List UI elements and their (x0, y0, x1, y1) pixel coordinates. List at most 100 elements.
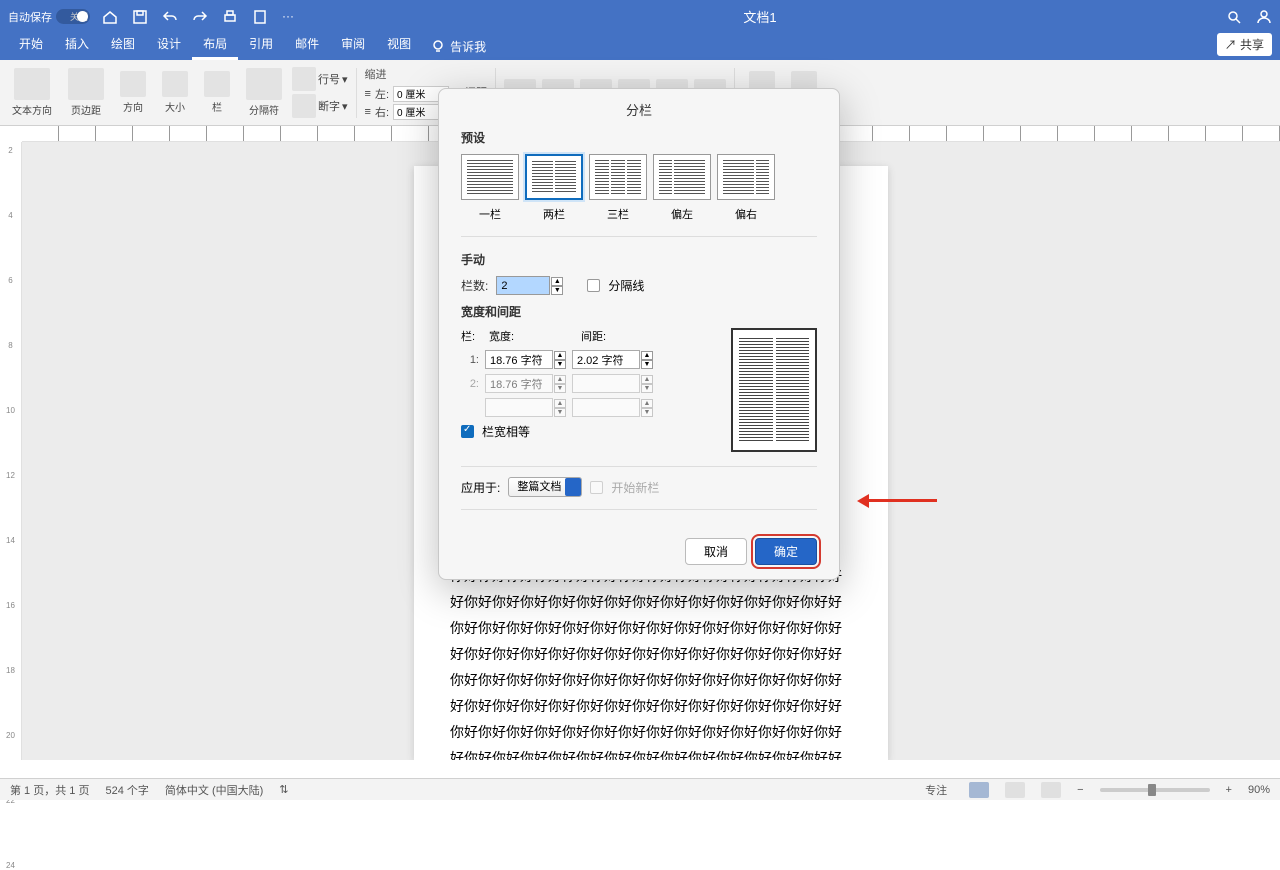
tab-插入[interactable]: 插入 (54, 30, 100, 60)
dialog-title: 分栏 (439, 89, 839, 129)
template-icon[interactable] (252, 9, 268, 25)
columns-dialog: 分栏 预设 一栏两栏三栏偏左偏右 手动 栏数: ▲▼ 分隔线 宽度和间距 栏: … (438, 88, 840, 580)
hyphenation-button[interactable]: 断字 ▾ (292, 94, 348, 118)
tab-设计[interactable]: 设计 (146, 30, 192, 60)
equal-width-label: 栏宽相等 (482, 423, 530, 440)
print-icon[interactable] (222, 9, 238, 25)
divider-checkbox[interactable] (587, 279, 600, 292)
tab-绘图[interactable]: 绘图 (100, 30, 146, 60)
width-row: 2: ▲▼ ▲▼ (461, 374, 713, 393)
ok-button[interactable]: 确定 (755, 538, 817, 565)
tab-引用[interactable]: 引用 (238, 30, 284, 60)
size-button[interactable]: 大小 (156, 69, 194, 116)
text-direction-label: 文本方向 (12, 102, 52, 117)
spin-up-icon[interactable]: ▲ (551, 277, 563, 286)
preset-label: 偏右 (735, 206, 757, 222)
more-icon[interactable]: ··· (282, 9, 294, 25)
redo-icon[interactable] (192, 9, 208, 25)
divider-label: 分隔线 (608, 277, 644, 294)
status-bar: 第 1 页，共 1 页 524 个字 简体中文 (中国大陆) ⇅ 专注 − + … (0, 778, 1280, 800)
search-icon[interactable] (1226, 9, 1242, 25)
width-header: 宽度: (489, 328, 581, 344)
col-spacing-input (572, 398, 640, 417)
page-status[interactable]: 第 1 页，共 1 页 (10, 782, 89, 798)
apply-to-select[interactable]: 整篇文档 (508, 477, 582, 497)
focus-mode[interactable]: 专注 (925, 782, 947, 798)
tab-审阅[interactable]: 审阅 (330, 30, 376, 60)
save-icon[interactable] (132, 9, 148, 25)
document-line: 好你好你好你好你好你好你好你好你好你好你好你好你好你好好 (450, 592, 852, 612)
tab-布局[interactable]: 布局 (192, 30, 238, 60)
share-label: 共享 (1240, 38, 1264, 52)
num-cols-label: 栏数: (461, 277, 488, 294)
accessibility-icon[interactable]: ⇅ (279, 783, 288, 796)
document-line: 你好你好你好你好你好你好你好你好你好你好你好你好你好你好 (450, 618, 852, 638)
document-line: 好你好你好你好你好你好你好你好你好你好你好你好你好你好好 (450, 748, 852, 760)
line-number-button[interactable]: 行号 ▾ (292, 67, 348, 91)
document-line: 好你好你好你好你好你好你好你好你好你好你好你好你好你好好 (450, 696, 852, 716)
manual-label: 手动 (461, 251, 817, 268)
preset-三栏[interactable]: 三栏 (589, 154, 647, 222)
preset-label: 一栏 (479, 206, 501, 222)
col-spacing-input (572, 374, 640, 393)
breaks-button[interactable]: 分隔符 (240, 66, 288, 119)
word-count[interactable]: 524 个字 (105, 782, 148, 798)
tab-邮件[interactable]: 邮件 (284, 30, 330, 60)
zoom-level[interactable]: 90% (1248, 784, 1270, 796)
document-line: 你好你好你好你好你好你好你好你好你好你好你好你好你好你好 (450, 670, 852, 690)
read-mode-view-icon[interactable] (1005, 782, 1025, 798)
home-icon[interactable] (102, 9, 118, 25)
col-width-input (485, 374, 553, 393)
preset-一栏[interactable]: 一栏 (461, 154, 519, 222)
share-button[interactable]: ↗ 共享 (1217, 33, 1272, 56)
size-label: 大小 (165, 99, 185, 114)
margins-button[interactable]: 页边距 (62, 66, 110, 119)
document-line: 你好你好你好你好你好你好你好你好你好你好你好你好你好你好 (450, 722, 852, 742)
annotation-arrow (857, 494, 937, 508)
print-layout-view-icon[interactable] (969, 782, 989, 798)
spin-down-icon[interactable]: ▼ (551, 286, 563, 295)
indent-group: 缩进 ≡左: ≡右: (365, 66, 449, 120)
cancel-button[interactable]: 取消 (685, 538, 747, 565)
web-layout-view-icon[interactable] (1041, 782, 1061, 798)
columns-button[interactable]: 栏 (198, 69, 236, 116)
tell-me[interactable]: 告诉我 (422, 33, 496, 60)
zoom-in-icon[interactable]: + (1226, 784, 1232, 796)
tab-开始[interactable]: 开始 (8, 30, 54, 60)
account-icon[interactable] (1256, 9, 1272, 25)
preset-label: 三栏 (607, 206, 629, 222)
spacing-header: 间距: (581, 328, 606, 344)
col-spacing-input[interactable] (572, 350, 640, 369)
apply-to-label: 应用于: (461, 479, 500, 496)
preset-两栏[interactable]: 两栏 (525, 154, 583, 222)
col-width-input (485, 398, 553, 417)
zoom-slider[interactable] (1100, 788, 1210, 792)
preset-label: 偏左 (671, 206, 693, 222)
autosave-toggle[interactable]: 自动保存 关闭 (8, 9, 90, 25)
preset-偏左[interactable]: 偏左 (653, 154, 711, 222)
text-direction-button[interactable]: 文本方向 (6, 66, 58, 119)
autosave-label: 自动保存 (8, 9, 52, 25)
columns-label: 栏 (212, 99, 222, 114)
title-bar: 自动保存 关闭 ··· 文档1 (0, 0, 1280, 33)
language-status[interactable]: 简体中文 (中国大陆) (165, 782, 263, 798)
margins-label: 页边距 (71, 102, 101, 117)
bulb-icon (432, 40, 445, 53)
width-row: 1: ▲▼ ▲▼ (461, 350, 713, 369)
preset-偏右[interactable]: 偏右 (717, 154, 775, 222)
undo-icon[interactable] (162, 9, 178, 25)
orientation-button[interactable]: 方向 (114, 69, 152, 116)
zoom-out-icon[interactable]: − (1077, 784, 1083, 796)
autosave-switch[interactable]: 关闭 (56, 9, 90, 24)
new-column-label: 开始新栏 (611, 479, 659, 496)
vertical-ruler[interactable]: 24681012141618202224 (0, 142, 22, 760)
num-cols-input[interactable] (496, 276, 550, 295)
document-title: 文档1 (294, 7, 1226, 26)
preset-label: 两栏 (543, 206, 565, 222)
col-header: 栏: (461, 328, 489, 344)
new-column-checkbox (590, 481, 603, 494)
equal-width-checkbox[interactable] (461, 425, 474, 438)
tab-视图[interactable]: 视图 (376, 30, 422, 60)
col-width-input[interactable] (485, 350, 553, 369)
breaks-label: 分隔符 (249, 102, 279, 117)
